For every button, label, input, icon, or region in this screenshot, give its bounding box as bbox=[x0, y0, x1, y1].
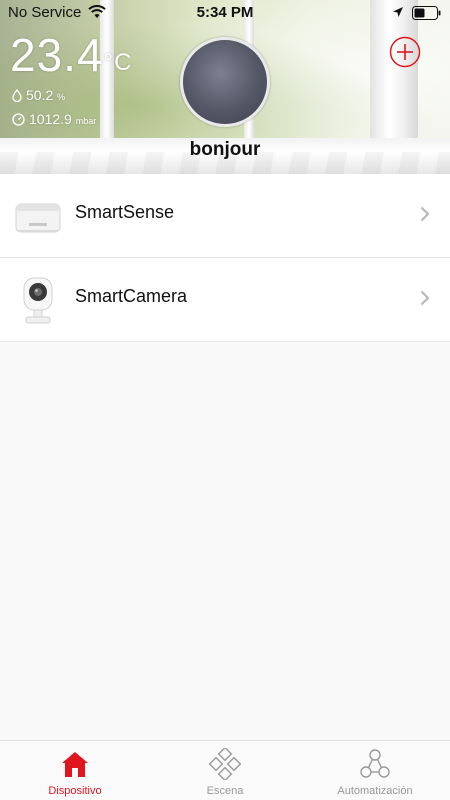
device-row-smartcamera[interactable]: SmartCamera bbox=[0, 258, 450, 342]
header-banner: No Service 5:34 PM 23.4°C 50.2 % 1012.9 … bbox=[0, 0, 450, 174]
clock: 5:34 PM bbox=[196, 4, 254, 21]
device-name: SmartCamera bbox=[75, 286, 188, 306]
device-row-smartsense[interactable]: SmartSense bbox=[0, 174, 450, 258]
tab-dispositivo[interactable]: Dispositivo bbox=[0, 741, 150, 800]
device-list: SmartSense SmartCamera bbox=[0, 174, 450, 342]
tab-label: Escena bbox=[206, 785, 244, 797]
smartsense-device-icon bbox=[14, 190, 62, 242]
chevron-right-icon bbox=[420, 206, 430, 227]
tab-label: Dispositivo bbox=[48, 785, 102, 797]
tab-automatizacion[interactable]: Automatización bbox=[300, 741, 450, 800]
location-arrow-icon bbox=[392, 5, 404, 22]
temperature-reading: 23.4°C bbox=[10, 29, 133, 81]
greeting-title: bonjour bbox=[189, 139, 261, 160]
scene-diamond-icon bbox=[208, 746, 242, 782]
plus-circle-icon bbox=[389, 36, 421, 68]
tab-bar: Dispositivo Escena Automatización bbox=[0, 740, 450, 800]
automation-nodes-icon bbox=[359, 748, 391, 780]
add-device-button[interactable] bbox=[389, 36, 421, 68]
chevron-right-icon bbox=[420, 290, 430, 311]
house-icon bbox=[59, 748, 91, 780]
gauge-icon bbox=[12, 113, 25, 126]
device-name: SmartSense bbox=[75, 202, 175, 222]
humidity-reading: 50.2 % bbox=[12, 87, 65, 103]
app-screen: No Service 5:34 PM 23.4°C 50.2 % 1012.9 … bbox=[0, 0, 450, 800]
user-avatar[interactable] bbox=[180, 37, 270, 127]
tab-label: Automatización bbox=[337, 785, 413, 797]
droplet-icon bbox=[12, 88, 22, 103]
status-bar: No Service 5:34 PM bbox=[0, 0, 450, 26]
smartcamera-device-icon bbox=[14, 274, 62, 326]
pressure-reading: 1012.9 mbar bbox=[12, 111, 96, 127]
tab-escena[interactable]: Escena bbox=[150, 741, 300, 800]
battery-icon bbox=[412, 6, 442, 24]
